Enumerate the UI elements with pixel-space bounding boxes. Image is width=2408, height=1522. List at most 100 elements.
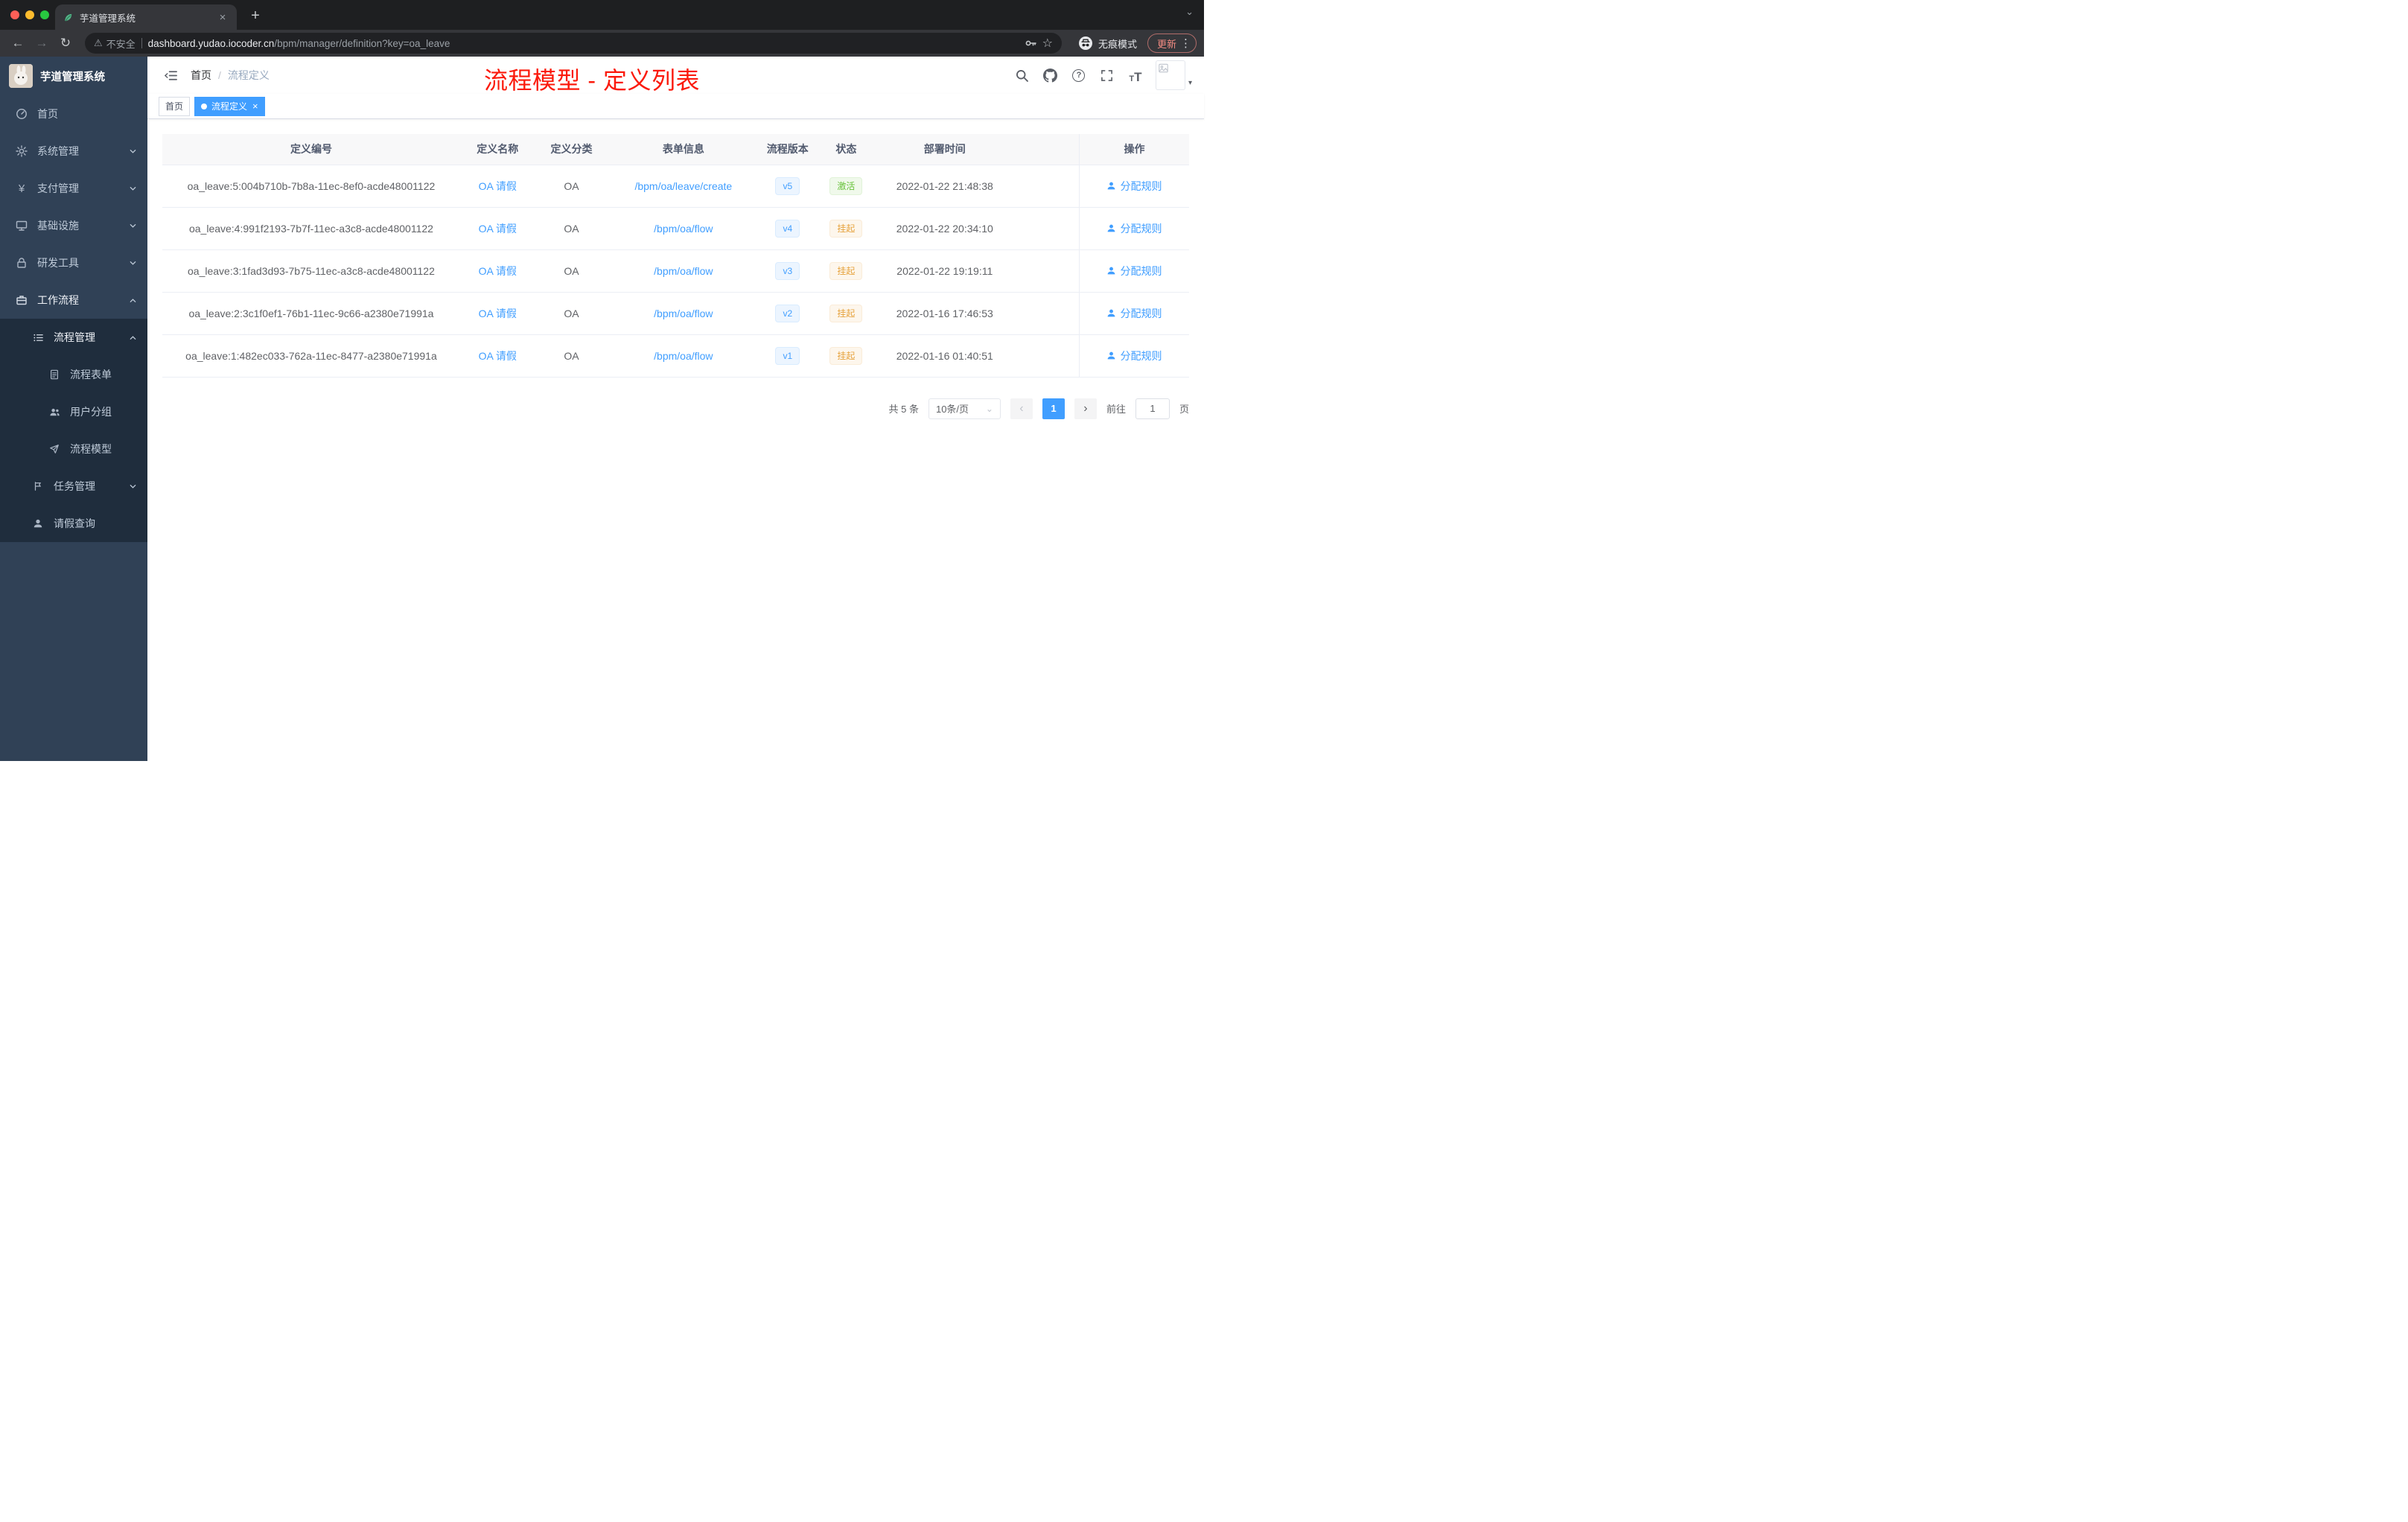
minimize-window-button[interactable]: [25, 10, 34, 19]
definition-id: oa_leave:2:3c1f0ef1-76b1-11ec-9c66-a2380…: [162, 292, 460, 335]
sidebar-item-payment[interactable]: ¥ 支付管理: [0, 170, 147, 207]
goto-page-input[interactable]: [1135, 398, 1170, 419]
send-icon: [48, 444, 61, 454]
sidebar-item-label: 支付管理: [37, 182, 79, 194]
col-definition-id: 定义编号: [162, 134, 460, 165]
github-icon[interactable]: [1042, 67, 1059, 83]
page-size-select[interactable]: 10条/页 ⌄: [928, 398, 1001, 419]
col-deploy-time: 部署时间: [876, 134, 1014, 165]
sidebar-item-workflow[interactable]: 工作流程: [0, 281, 147, 319]
next-page-button[interactable]: ›: [1074, 398, 1097, 419]
col-form-info: 表单信息: [608, 134, 759, 165]
new-tab-button[interactable]: +: [246, 6, 265, 25]
sidebar-item-process-management[interactable]: 流程管理: [0, 319, 147, 356]
zoom-window-button[interactable]: [40, 10, 49, 19]
definition-name-link[interactable]: OA 请假: [479, 223, 517, 235]
hamburger-icon[interactable]: [158, 63, 183, 88]
col-definition-category: 定义分类: [535, 134, 608, 165]
warning-icon: ⚠: [94, 37, 103, 48]
assign-rule-link[interactable]: 分配规则: [1106, 306, 1162, 321]
sidebar-item-dev-tools[interactable]: 研发工具: [0, 244, 147, 281]
form-link[interactable]: /bpm/oa/flow: [654, 265, 713, 277]
form-link[interactable]: /bpm/oa/leave/create: [634, 180, 732, 192]
sidebar-item-process-model[interactable]: 流程模型: [0, 430, 147, 468]
chevron-up-icon: [130, 335, 136, 340]
definition-category: OA: [535, 292, 608, 335]
browser-tab[interactable]: 芋道管理系统 ×: [55, 4, 237, 30]
sidebar-item-system[interactable]: 系统管理: [0, 133, 147, 170]
sidebar-item-user-group[interactable]: 用户分组: [0, 393, 147, 430]
assign-rule-link[interactable]: 分配规则: [1106, 179, 1162, 194]
user-avatar-dropdown[interactable]: ▾: [1155, 60, 1192, 90]
workflow-submenu: 流程管理 流程表单 用户分组 流程模型 任务管理 请假查询: [0, 319, 147, 542]
active-dot: [201, 103, 208, 109]
tag-process-definition[interactable]: 流程定义 ×: [194, 96, 265, 116]
briefcase-icon: [15, 294, 28, 306]
deploy-time: 2022-01-16 17:46:53: [876, 292, 1014, 335]
form-link[interactable]: /bpm/oa/flow: [654, 223, 713, 235]
sidebar-item-label: 流程模型: [70, 443, 112, 455]
search-icon[interactable]: [1014, 67, 1031, 83]
forward-icon[interactable]: →: [31, 33, 52, 54]
bookmark-star-icon[interactable]: ☆: [1042, 36, 1053, 51]
more-menu-icon[interactable]: ⋮: [1180, 36, 1191, 50]
chrome-update-button[interactable]: 更新 ⋮: [1147, 34, 1197, 53]
reload-icon[interactable]: ↻: [55, 33, 76, 54]
help-icon[interactable]: ?: [1071, 67, 1087, 83]
font-size-icon[interactable]: TT: [1127, 67, 1144, 83]
person-icon: [1108, 267, 1115, 275]
breadcrumb-separator: /: [218, 69, 221, 81]
tab-search-chevron-icon[interactable]: ⌄: [1185, 6, 1194, 18]
password-key-icon[interactable]: [1025, 37, 1036, 49]
definition-name-link[interactable]: OA 请假: [479, 350, 517, 362]
table-row: oa_leave:4:991f2193-7b7f-11ec-a3c8-acde4…: [162, 207, 1189, 250]
deploy-time: 2022-01-16 01:40:51: [876, 334, 1014, 378]
form-link[interactable]: /bpm/oa/flow: [654, 308, 713, 319]
definition-category: OA: [535, 207, 608, 250]
prev-page-button[interactable]: ‹: [1010, 398, 1033, 419]
assign-rule-link[interactable]: 分配规则: [1106, 348, 1162, 363]
security-indicator[interactable]: ⚠ 不安全: [94, 36, 136, 51]
avatar: [1155, 60, 1185, 90]
sidebar-item-process-form[interactable]: 流程表单: [0, 356, 147, 393]
url-host: dashboard.yudao.iocoder.cn: [147, 37, 275, 49]
back-icon[interactable]: ←: [7, 33, 28, 54]
page-annotation-title: 流程模型 - 定义列表: [484, 67, 700, 94]
definition-name-link[interactable]: OA 请假: [479, 308, 517, 319]
dashboard-icon: [15, 108, 28, 120]
sidebar-item-label: 请假查询: [54, 518, 95, 529]
breadcrumb-current: 流程定义: [227, 69, 270, 81]
breadcrumb-home[interactable]: 首页: [191, 68, 211, 83]
close-window-button[interactable]: [10, 10, 19, 19]
definition-name-link[interactable]: OA 请假: [479, 265, 517, 277]
assign-rule-link[interactable]: 分配规则: [1106, 221, 1162, 236]
tag-close-icon[interactable]: ×: [252, 101, 258, 111]
table-row: oa_leave:1:482ec033-762a-11ec-8477-a2380…: [162, 334, 1189, 378]
chevron-down-icon: [130, 186, 136, 191]
definition-name-link[interactable]: OA 请假: [479, 180, 517, 192]
status-badge: 挂起: [829, 346, 863, 365]
status-badge: 激活: [829, 176, 863, 195]
monitor-icon: [15, 220, 28, 232]
sidebar-item-task-management[interactable]: 任务管理: [0, 468, 147, 505]
sidebar-item-infrastructure[interactable]: 基础设施: [0, 207, 147, 244]
page-number-1[interactable]: 1: [1042, 398, 1065, 419]
sidebar-item-home[interactable]: 首页: [0, 95, 147, 133]
definition-category: OA: [535, 249, 608, 293]
person-icon: [1108, 351, 1115, 360]
address-bar[interactable]: ⚠ 不安全 dashboard.yudao.iocoder.cn/bpm/man…: [85, 33, 1062, 54]
tab-close-icon[interactable]: ×: [216, 10, 229, 24]
tag-home[interactable]: 首页: [159, 96, 191, 116]
fullscreen-icon[interactable]: [1099, 67, 1115, 83]
version-badge: v4: [775, 219, 800, 238]
assign-rule-link[interactable]: 分配规则: [1106, 264, 1162, 278]
navbar-actions: ? TT ▾: [1014, 60, 1192, 90]
browser-toolbar: ← → ↻ ⚠ 不安全 dashboard.yudao.iocoder.cn/b…: [0, 30, 1204, 57]
table-row: oa_leave:5:004b710b-7b8a-11ec-8ef0-acde4…: [162, 165, 1189, 208]
form-link[interactable]: /bpm/oa/flow: [654, 350, 713, 362]
definition-id: oa_leave:5:004b710b-7b8a-11ec-8ef0-acde4…: [162, 165, 460, 208]
page-unit-label: 页: [1179, 404, 1189, 415]
sidebar-item-leave-query[interactable]: 请假查询: [0, 505, 147, 542]
sidebar: 芋道管理系统 首页 系统管理 ¥ 支付管理 基础设施 研发工具 工作流程 流程管…: [0, 57, 147, 761]
definition-id: oa_leave:1:482ec033-762a-11ec-8477-a2380…: [162, 334, 460, 378]
